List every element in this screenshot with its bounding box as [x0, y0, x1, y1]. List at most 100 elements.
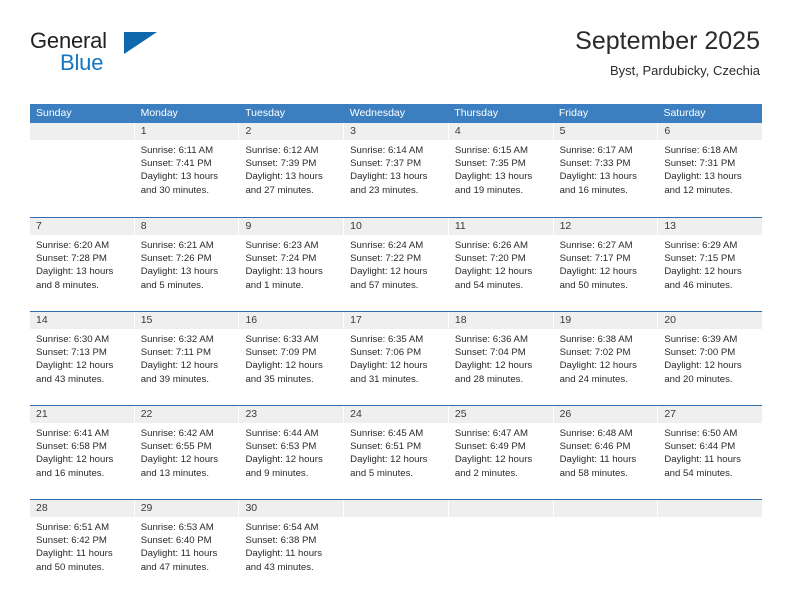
day-detail-line: Sunrise: 6:32 AM	[140, 334, 214, 345]
day-detail-line: Daylight: 13 hours	[454, 171, 533, 183]
day-cell-18[interactable]: 18 Sunrise: 6:36 AM Sunset: 7:04 PM Dayligh…	[448, 312, 554, 405]
weekday-header-sunday: Sunday	[36, 107, 72, 119]
day-detail-line: Sunrise: 6:33 AM	[245, 334, 319, 345]
day-detail: Sunrise: 6:53 AM Sunset: 6:40 PM Daylight:…	[135, 517, 239, 574]
day-cell-12[interactable]: 12 Sunrise: 6:27 AM Sunset: 7:17 PM Dayligh…	[553, 218, 659, 311]
day-cell-23[interactable]: 23 Sunrise: 6:44 AM Sunset: 6:53 PM Dayligh…	[239, 406, 345, 499]
day-number: 4	[448, 123, 553, 140]
day-cell-11[interactable]: 11 Sunrise: 6:26 AM Sunset: 7:20 PM Dayligh…	[448, 218, 554, 311]
day-cell-8[interactable]: 8 Sunrise: 6:21 AM Sunset: 7:26 PM Daylight…	[134, 218, 240, 311]
day-detail-line: Daylight: 12 hours	[245, 454, 323, 466]
day-detail-line: Sunrise: 6:50 AM	[664, 428, 738, 439]
day-detail-line: Sunrise: 6:15 AM	[454, 145, 528, 156]
day-detail: Sunrise: 6:45 AM Sunset: 6:51 PM Daylight:…	[344, 423, 448, 480]
day-detail-line: Sunset: 7:39 PM	[245, 158, 317, 170]
weekday-header-monday: Monday	[140, 107, 178, 119]
day-number: 19	[553, 312, 658, 329]
day-detail: Sunrise: 6:17 AM Sunset: 7:33 PM Daylight:…	[554, 140, 658, 197]
day-cell-30[interactable]: 30 Sunrise: 6:54 AM Sunset: 6:38 PM Dayligh…	[239, 500, 345, 589]
day-cell-empty	[30, 123, 135, 217]
day-detail: Sunrise: 6:12 AM Sunset: 7:39 PM Daylight:…	[239, 140, 343, 197]
day-detail-line: Sunrise: 6:51 AM	[36, 522, 110, 533]
calendar-week-row: 7 Sunrise: 6:20 AM Sunset: 7:28 PM Daylight…	[30, 217, 763, 311]
day-detail-line: Daylight: 12 hours	[36, 360, 114, 372]
day-number: 12	[553, 218, 658, 235]
day-detail-line: Sunrise: 6:11 AM	[140, 145, 214, 156]
day-detail-line: Sunset: 7:20 PM	[454, 253, 526, 265]
day-detail	[449, 517, 553, 521]
day-cell-9[interactable]: 9 Sunrise: 6:23 AM Sunset: 7:24 PM Daylight…	[239, 218, 345, 311]
day-detail-line: Sunset: 6:51 PM	[350, 441, 422, 453]
day-cell-6[interactable]: 6 Sunrise: 6:18 AM Sunset: 7:31 PM Daylight…	[658, 123, 763, 217]
day-detail-line: Daylight: 13 hours	[140, 171, 219, 183]
day-cell-2[interactable]: 2 Sunrise: 6:12 AM Sunset: 7:39 PM Daylight…	[239, 123, 345, 217]
day-cell-25[interactable]: 25 Sunrise: 6:47 AM Sunset: 6:49 PM Dayligh…	[448, 406, 554, 499]
day-cell-7[interactable]: 7 Sunrise: 6:20 AM Sunset: 7:28 PM Daylight…	[30, 218, 135, 311]
day-detail: Sunrise: 6:48 AM Sunset: 6:46 PM Daylight:…	[554, 423, 658, 480]
day-cell-3[interactable]: 3 Sunrise: 6:14 AM Sunset: 7:37 PM Daylight…	[344, 123, 449, 217]
day-detail-line: Sunrise: 6:54 AM	[245, 522, 319, 533]
day-detail-line: Sunset: 7:24 PM	[245, 253, 317, 265]
day-detail-line: Daylight: 12 hours	[140, 454, 219, 466]
day-detail-line: Sunset: 6:55 PM	[140, 441, 212, 453]
day-cell-24[interactable]: 24 Sunrise: 6:45 AM Sunset: 6:51 PM Dayligh…	[344, 406, 449, 499]
day-cell-17[interactable]: 17 Sunrise: 6:35 AM Sunset: 7:06 PM Dayligh…	[344, 312, 449, 405]
day-detail-line: Sunrise: 6:20 AM	[36, 240, 110, 251]
day-cell-29[interactable]: 29 Sunrise: 6:53 AM Sunset: 6:40 PM Dayligh…	[134, 500, 240, 589]
weekday-header-row: Sunday Monday Tuesday Wednesday Thursday Frid…	[30, 104, 762, 123]
day-cell-28[interactable]: 28 Sunrise: 6:51 AM Sunset: 6:42 PM Dayligh…	[30, 500, 135, 589]
day-cell-22[interactable]: 22 Sunrise: 6:42 AM Sunset: 6:55 PM Dayligh…	[134, 406, 240, 499]
day-number: 22	[134, 406, 239, 423]
day-cell-20[interactable]: 20 Sunrise: 6:39 AM Sunset: 7:00 PM Dayligh…	[658, 312, 763, 405]
day-detail: Sunrise: 6:38 AM Sunset: 7:02 PM Daylight:…	[554, 329, 658, 386]
day-detail-line: Sunset: 7:28 PM	[36, 253, 107, 265]
generalblue-logo[interactable]: General Blue	[30, 26, 160, 78]
day-cell-13[interactable]: 13 Sunrise: 6:29 AM Sunset: 7:15 PM Dayligh…	[658, 218, 763, 311]
day-detail: Sunrise: 6:18 AM Sunset: 7:31 PM Daylight:…	[658, 140, 762, 197]
day-cell-14[interactable]: 14 Sunrise: 6:30 AM Sunset: 7:13 PM Dayligh…	[30, 312, 135, 405]
day-number: 6	[658, 123, 763, 140]
day-cell-27[interactable]: 27 Sunrise: 6:50 AM Sunset: 6:44 PM Dayligh…	[658, 406, 763, 499]
day-cell-16[interactable]: 16 Sunrise: 6:33 AM Sunset: 7:09 PM Dayligh…	[239, 312, 345, 405]
day-detail-line: Daylight: 11 hours	[140, 548, 218, 560]
day-detail-line: and 2 minutes.	[454, 467, 518, 479]
day-detail-line: Daylight: 13 hours	[559, 171, 637, 183]
day-detail-line: Sunset: 7:13 PM	[36, 347, 107, 359]
day-number: 28	[30, 500, 134, 517]
day-cell-21[interactable]: 21 Sunrise: 6:41 AM Sunset: 6:58 PM Dayligh…	[30, 406, 135, 499]
day-detail-line: Daylight: 12 hours	[664, 360, 742, 372]
day-cell-26[interactable]: 26 Sunrise: 6:48 AM Sunset: 6:46 PM Dayligh…	[553, 406, 659, 499]
day-detail-line: and 47 minutes.	[140, 561, 209, 573]
day-detail: Sunrise: 6:30 AM Sunset: 7:13 PM Daylight:…	[30, 329, 134, 386]
day-number: 5	[553, 123, 658, 140]
day-number	[448, 500, 553, 517]
day-number: 15	[134, 312, 239, 329]
day-detail: Sunrise: 6:21 AM Sunset: 7:26 PM Daylight:…	[135, 235, 239, 292]
day-cell-15[interactable]: 15 Sunrise: 6:32 AM Sunset: 7:11 PM Dayligh…	[134, 312, 240, 405]
day-detail: Sunrise: 6:20 AM Sunset: 7:28 PM Daylight:…	[30, 235, 134, 292]
day-detail-line: Sunrise: 6:26 AM	[454, 240, 528, 251]
day-detail-line: and 8 minutes.	[36, 279, 99, 291]
day-number: 11	[448, 218, 553, 235]
day-cell-5[interactable]: 5 Sunrise: 6:17 AM Sunset: 7:33 PM Daylight…	[553, 123, 659, 217]
day-detail-line: Daylight: 11 hours	[245, 548, 323, 560]
day-detail-line: Sunrise: 6:12 AM	[245, 145, 319, 156]
day-cell-4[interactable]: 4 Sunrise: 6:15 AM Sunset: 7:35 PM Daylight…	[448, 123, 554, 217]
day-detail-line: Sunrise: 6:35 AM	[350, 334, 424, 345]
day-detail-line: Daylight: 13 hours	[140, 266, 219, 278]
day-cell-19[interactable]: 19 Sunrise: 6:38 AM Sunset: 7:02 PM Dayligh…	[553, 312, 659, 405]
calendar-week-row: 21 Sunrise: 6:41 AM Sunset: 6:58 PM Dayligh…	[30, 405, 763, 499]
day-detail-line: and 31 minutes.	[350, 373, 419, 385]
day-detail-line: and 39 minutes.	[140, 373, 209, 385]
day-cell-10[interactable]: 10 Sunrise: 6:24 AM Sunset: 7:22 PM Dayligh…	[344, 218, 449, 311]
day-detail: Sunrise: 6:41 AM Sunset: 6:58 PM Daylight:…	[30, 423, 134, 480]
day-detail-line: Sunset: 6:42 PM	[36, 535, 107, 547]
day-number: 7	[30, 218, 134, 235]
day-detail: Sunrise: 6:50 AM Sunset: 6:44 PM Daylight:…	[658, 423, 762, 480]
day-detail-line: Sunrise: 6:36 AM	[454, 334, 528, 345]
weekday-header-tuesday: Tuesday	[245, 107, 286, 119]
day-cell-1[interactable]: 1 Sunrise: 6:11 AM Sunset: 7:41 PM Daylight…	[134, 123, 240, 217]
logo-triangle-icon	[124, 32, 157, 54]
day-detail-line: Daylight: 11 hours	[559, 454, 637, 466]
day-detail-line: and 16 minutes.	[559, 184, 628, 196]
